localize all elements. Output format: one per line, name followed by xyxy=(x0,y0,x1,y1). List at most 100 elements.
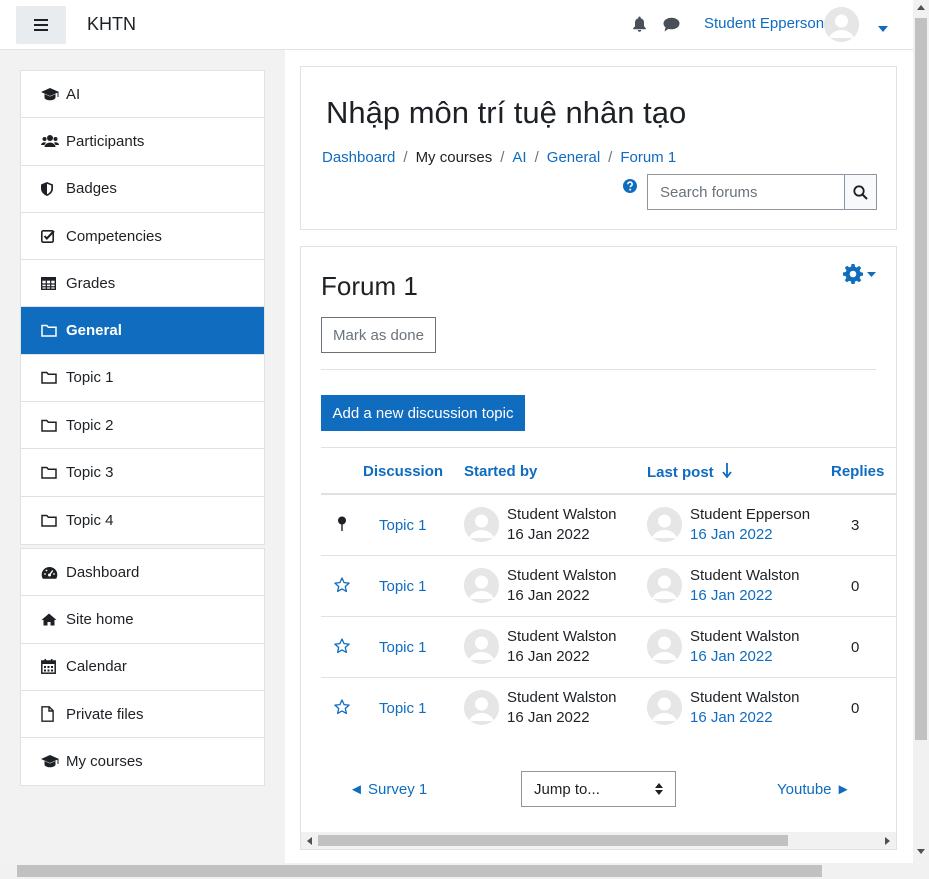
sidebar-item-label: Private files xyxy=(66,705,144,723)
breadcrumb-ai[interactable]: AI xyxy=(512,149,526,166)
avatar[interactable] xyxy=(464,568,499,603)
sidebar-item-label: Site home xyxy=(66,610,134,628)
column-discussion[interactable]: Discussion xyxy=(363,463,443,480)
folder-icon xyxy=(41,324,59,337)
table-icon xyxy=(41,276,59,290)
last-post: Student Epperson 16 Jan 2022 xyxy=(690,505,810,545)
column-replies[interactable]: Replies xyxy=(831,463,884,480)
sidebar-item-topic-4[interactable]: Topic 4 xyxy=(21,497,264,544)
sidebar-item-general[interactable]: General xyxy=(21,307,264,355)
next-activity-link[interactable]: Youtube ► xyxy=(777,781,851,798)
mark-as-done-button[interactable]: Mark as done xyxy=(321,317,436,353)
previous-activity-link[interactable]: ◄ Survey 1 xyxy=(349,781,427,798)
side-drawer-toggle-button[interactable] xyxy=(16,6,66,44)
scroll-right-icon[interactable] xyxy=(885,837,890,845)
search-input[interactable] xyxy=(647,174,844,210)
breadcrumb-general[interactable]: General xyxy=(547,149,600,166)
course-nav: AI Participants Badges Competencies Grad… xyxy=(20,70,265,545)
messages-icon[interactable] xyxy=(663,17,680,36)
sidebar-item-participants[interactable]: Participants xyxy=(21,118,264,166)
discussion-link[interactable]: Topic 1 xyxy=(379,700,427,717)
discussion-link[interactable]: Topic 1 xyxy=(379,639,427,656)
hamburger-icon xyxy=(34,19,48,31)
sort-down-arrow-icon xyxy=(722,463,732,479)
last-post-user: Student Walston xyxy=(690,567,800,584)
table-row: Topic 1 Student Walston 16 Jan 2022 Stud… xyxy=(321,678,896,739)
avatar[interactable] xyxy=(647,507,682,542)
user-avatar[interactable] xyxy=(824,7,859,42)
sidebar-item-competencies[interactable]: Competencies xyxy=(21,213,264,261)
replies-count: 3 xyxy=(851,517,860,534)
search-button[interactable] xyxy=(844,174,877,210)
avatar[interactable] xyxy=(647,690,682,725)
sidebar-item-topic-3[interactable]: Topic 3 xyxy=(21,449,264,497)
column-started-by[interactable]: Started by xyxy=(464,463,537,480)
avatar[interactable] xyxy=(647,568,682,603)
scrollbar-thumb[interactable] xyxy=(318,835,788,846)
sidebar-item-topic-1[interactable]: Topic 1 xyxy=(21,355,264,403)
last-post-date-link[interactable]: 16 Jan 2022 xyxy=(690,708,800,728)
avatar[interactable] xyxy=(464,507,499,542)
last-post-date-link[interactable]: 16 Jan 2022 xyxy=(690,525,810,545)
breadcrumb-forum-1[interactable]: Forum 1 xyxy=(620,149,676,166)
last-post-date-link[interactable]: 16 Jan 2022 xyxy=(690,647,800,667)
page-horizontal-scrollbar[interactable] xyxy=(0,863,929,879)
add-discussion-topic-button[interactable]: Add a new discussion topic xyxy=(321,395,525,431)
main-region: Nhập môn trí tuệ nhân tạo Dashboard / My… xyxy=(285,50,913,863)
forum-actions-menu[interactable] xyxy=(843,264,876,284)
bell-icon[interactable] xyxy=(632,16,647,36)
sidebar-item-private-files[interactable]: Private files xyxy=(21,691,264,739)
sidebar-item-label: My courses xyxy=(66,753,143,771)
breadcrumb-separator: / xyxy=(403,149,408,166)
scroll-up-icon[interactable] xyxy=(917,5,925,10)
avatar[interactable] xyxy=(464,690,499,725)
discussion-link[interactable]: Topic 1 xyxy=(379,517,427,534)
avatar[interactable] xyxy=(464,629,499,664)
breadcrumb-my-courses: My courses xyxy=(415,149,493,166)
breadcrumb-separator: / xyxy=(500,149,505,166)
sidebar-item-my-courses[interactable]: My courses xyxy=(21,738,264,785)
sidebar-item-badges[interactable]: Badges xyxy=(21,166,264,213)
scrollbar-thumb[interactable] xyxy=(915,18,927,740)
users-icon xyxy=(41,134,59,148)
graduation-cap-icon xyxy=(41,755,59,768)
content-horizontal-scrollbar[interactable] xyxy=(301,832,896,849)
scroll-left-icon[interactable] xyxy=(307,837,312,845)
last-post: Student Walston 16 Jan 2022 xyxy=(690,688,800,728)
start-date: 16 Jan 2022 xyxy=(507,709,590,726)
calendar-icon xyxy=(41,659,59,675)
breadcrumb-dashboard[interactable]: Dashboard xyxy=(322,149,395,166)
dashboard-icon xyxy=(41,566,59,579)
scrollbar-thumb[interactable] xyxy=(17,865,822,877)
page-vertical-scrollbar[interactable] xyxy=(913,0,929,863)
sidebar-item-label: General xyxy=(66,322,122,340)
star-icon[interactable] xyxy=(334,699,350,719)
last-post-user: Student Walston xyxy=(690,689,800,706)
replies-count: 0 xyxy=(851,578,860,595)
sidebar-item-calendar[interactable]: Calendar xyxy=(21,644,264,691)
discussion-link[interactable]: Topic 1 xyxy=(379,578,427,595)
column-last-post[interactable]: Last post xyxy=(647,463,732,481)
sidebar-item-site-home[interactable]: Site home xyxy=(21,596,264,644)
avatar[interactable] xyxy=(647,629,682,664)
sidebar-item-grades[interactable]: Grades xyxy=(21,260,264,308)
sidebar-item-dashboard[interactable]: Dashboard xyxy=(21,549,264,597)
star-icon[interactable] xyxy=(334,638,350,658)
sidebar-item-ai[interactable]: AI xyxy=(21,71,264,119)
user-menu-name[interactable]: Student Epperson xyxy=(704,15,824,32)
jump-to-select[interactable]: Jump to... xyxy=(521,771,676,807)
scroll-down-icon[interactable] xyxy=(917,849,925,854)
started-by: Student Walston 16 Jan 2022 xyxy=(507,566,617,606)
star-icon[interactable] xyxy=(334,577,350,597)
forum-title: Forum 1 xyxy=(321,271,418,301)
forum-content: Forum 1 Mark as done Add a new discussio… xyxy=(300,246,897,850)
site-name[interactable]: KHTN xyxy=(87,14,136,35)
starter-name: Student Walston xyxy=(507,506,617,523)
caret-down-icon[interactable] xyxy=(878,19,888,36)
replies-count: 0 xyxy=(851,639,860,656)
sidebar: AI Participants Badges Competencies Grad… xyxy=(0,50,285,863)
help-icon[interactable] xyxy=(623,179,637,197)
page-header: Nhập môn trí tuệ nhân tạo Dashboard / My… xyxy=(300,66,897,230)
last-post-date-link[interactable]: 16 Jan 2022 xyxy=(690,586,800,606)
sidebar-item-topic-2[interactable]: Topic 2 xyxy=(21,402,264,450)
